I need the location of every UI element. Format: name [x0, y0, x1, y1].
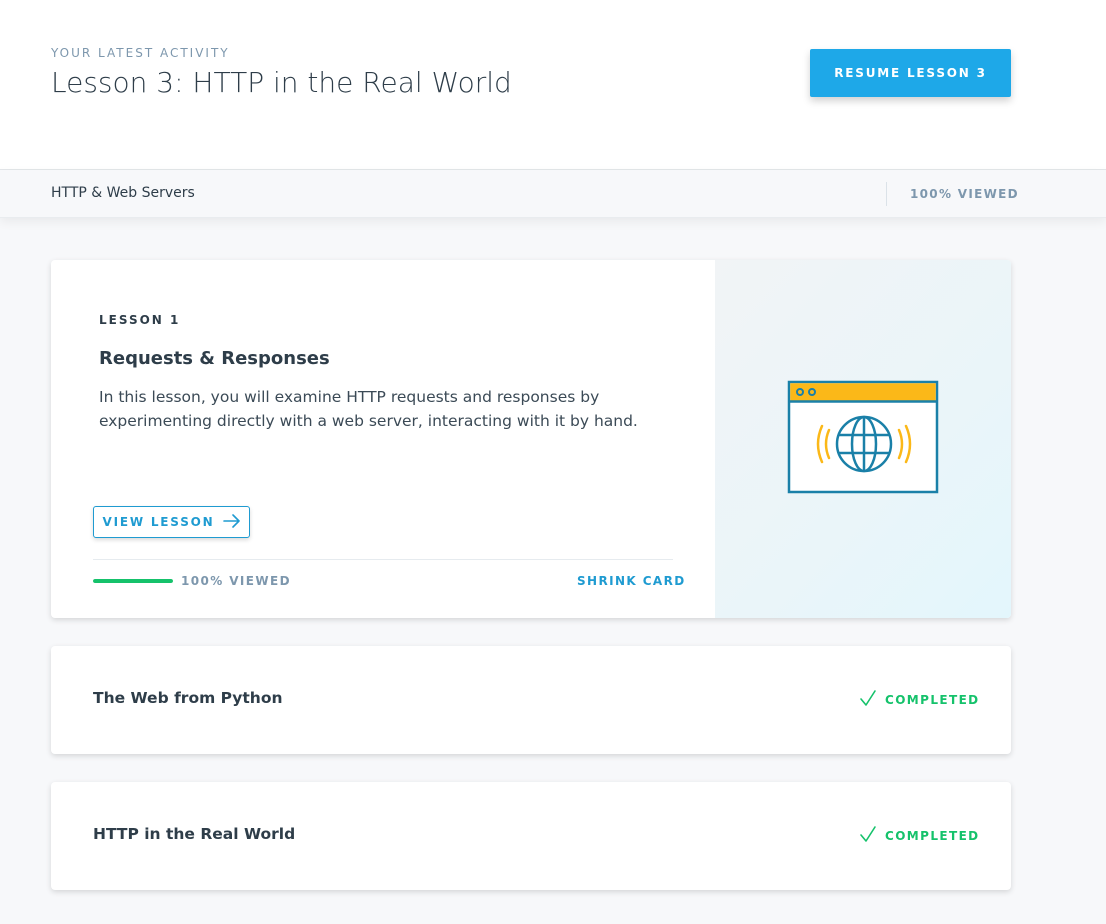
- page-header: YOUR LATEST ACTIVITY Lesson 3: HTTP in t…: [0, 0, 1106, 170]
- completion-status: COMPLETED: [859, 825, 980, 847]
- course-name: HTTP & Web Servers: [51, 185, 195, 201]
- completion-status: COMPLETED: [859, 689, 980, 711]
- view-lesson-button[interactable]: VIEW LESSON: [93, 506, 250, 538]
- checkmark-icon: [859, 689, 877, 711]
- lesson-card-collapsed[interactable]: The Web from Python COMPLETED: [51, 646, 1011, 754]
- lesson-illustration: [715, 260, 1011, 618]
- completed-label: COMPLETED: [885, 693, 980, 707]
- lesson-title: The Web from Python: [93, 689, 283, 707]
- lesson-progress-bar: [93, 579, 173, 583]
- shrink-card-link[interactable]: SHRINK CARD: [577, 574, 686, 588]
- course-viewed-status: 100% VIEWED: [910, 187, 1019, 201]
- divider: [93, 559, 673, 560]
- lesson-card-expanded: LESSON 1 Requests & Responses In this le…: [51, 260, 1011, 618]
- lesson-progress-fill: [93, 579, 173, 583]
- page-title: Lesson 3: HTTP in the Real World: [51, 66, 512, 99]
- divider: [886, 182, 887, 206]
- checkmark-icon: [859, 825, 877, 847]
- browser-globe-icon: [787, 380, 939, 494]
- latest-activity-label: YOUR LATEST ACTIVITY: [51, 46, 230, 60]
- completed-label: COMPLETED: [885, 829, 980, 843]
- lesson-number-label: LESSON 1: [99, 313, 181, 327]
- view-lesson-label: VIEW LESSON: [102, 515, 215, 529]
- lesson-progress-label: 100% VIEWED: [181, 574, 291, 588]
- lesson-title: Requests & Responses: [99, 348, 330, 369]
- lesson-description: In this lesson, you will examine HTTP re…: [99, 388, 638, 430]
- lesson-title: HTTP in the Real World: [93, 825, 296, 843]
- resume-lesson-button[interactable]: RESUME LESSON 3: [810, 49, 1011, 97]
- course-bar: HTTP & Web Servers 100% VIEWED: [0, 170, 1106, 218]
- lesson-card-collapsed[interactable]: HTTP in the Real World COMPLETED: [51, 782, 1011, 890]
- arrow-right-icon: [222, 513, 241, 531]
